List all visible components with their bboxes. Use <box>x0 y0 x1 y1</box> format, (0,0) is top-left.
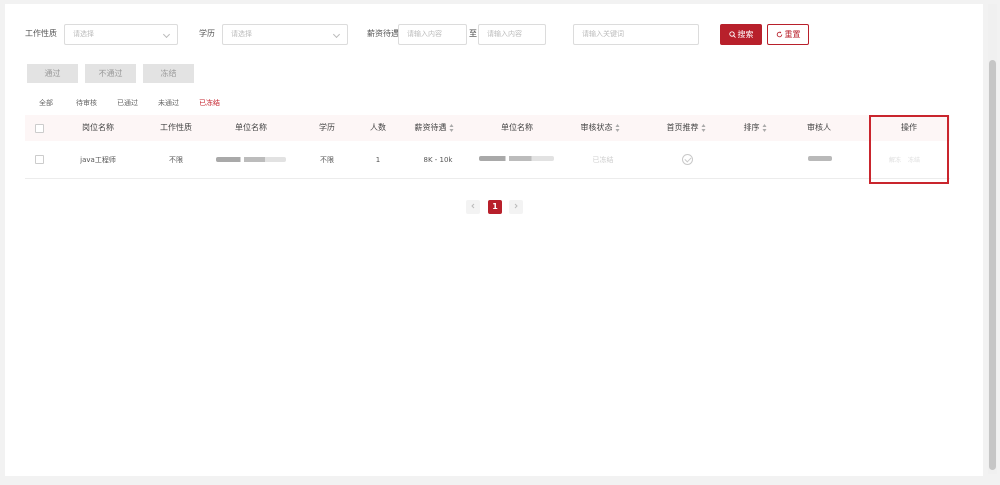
cell-reviewer-redacted <box>808 156 832 161</box>
row-checkbox[interactable] <box>35 155 44 164</box>
operations-column-highlight <box>869 115 949 184</box>
education-select[interactable]: 请选择 <box>222 24 348 45</box>
col-homepage-recommend[interactable]: 首页推荐 <box>667 115 706 141</box>
col-reviewer: 审核人 <box>807 123 831 132</box>
col-salary-label: 薪资待遇 <box>414 123 447 132</box>
salary-separator: 至 <box>469 29 477 38</box>
cell-job-name: java工程师 <box>80 156 116 164</box>
col-sort-order-label: 排序 <box>743 123 760 132</box>
keyword-placeholder: 请输入关键词 <box>582 30 624 38</box>
job-type-label: 工作性质 <box>25 29 57 38</box>
table-row: java工程师 不限 不限 1 8K - 10k 已冻结 <box>25 141 950 179</box>
prev-page-button[interactable] <box>466 200 480 214</box>
select-all-checkbox[interactable] <box>35 124 44 133</box>
sort-icon[interactable] <box>762 123 767 132</box>
cell-education: 不限 <box>320 156 334 164</box>
col-salary[interactable]: 薪资待遇 <box>415 115 454 141</box>
next-page-button[interactable] <box>509 200 523 214</box>
col-job-name: 岗位名称 <box>82 123 114 132</box>
cell-salary: 8K - 10k <box>423 156 453 164</box>
search-button-label: 搜索 <box>737 30 754 39</box>
cell-company-name-2-redacted <box>479 156 554 161</box>
freeze-button[interactable]: 冻结 <box>143 64 194 83</box>
sort-icon[interactable] <box>615 123 620 132</box>
cell-headcount: 1 <box>375 156 381 164</box>
col-company-name-2: 单位名称 <box>501 123 533 132</box>
sort-icon[interactable] <box>701 123 706 132</box>
reset-button[interactable]: 重置 <box>767 24 809 45</box>
tab-all[interactable]: 全部 <box>39 97 53 109</box>
search-button[interactable]: 搜索 <box>720 24 762 45</box>
refresh-icon <box>776 31 782 38</box>
col-headcount: 人数 <box>370 123 386 132</box>
vertical-scrollbar[interactable] <box>988 4 997 474</box>
col-education: 学历 <box>319 123 335 132</box>
col-job-type: 工作性质 <box>160 123 192 132</box>
tab-frozen[interactable]: 已冻结 <box>199 97 220 109</box>
chevron-left-icon <box>471 203 475 209</box>
check-circle-icon[interactable] <box>682 154 693 165</box>
search-icon <box>728 31 736 38</box>
col-review-status-label: 审核状态 <box>580 123 613 132</box>
reject-button[interactable]: 不通过 <box>85 64 136 83</box>
salary-max-placeholder: 请输入内容 <box>487 30 522 38</box>
job-type-select[interactable]: 请选择 <box>64 24 178 45</box>
salary-min-input[interactable]: 请输入内容 <box>398 24 467 45</box>
page-1-button[interactable]: 1 <box>488 200 502 214</box>
salary-max-input[interactable]: 请输入内容 <box>478 24 546 45</box>
col-homepage-recommend-label: 首页推荐 <box>666 123 699 132</box>
sort-icon[interactable] <box>449 123 454 132</box>
col-sort-order[interactable]: 排序 <box>744 115 767 141</box>
chevron-right-icon <box>514 203 518 209</box>
table-header: 岗位名称 工作性质 单位名称 学历 人数 薪资待遇 单位名称 审核状态 首页推荐… <box>25 115 950 141</box>
chevron-down-icon <box>332 30 341 39</box>
cell-review-status: 已冻结 <box>592 156 614 164</box>
cell-job-type: 不限 <box>169 156 183 164</box>
job-type-placeholder: 请选择 <box>73 30 94 38</box>
cell-company-name-redacted <box>216 157 286 162</box>
keyword-input[interactable]: 请输入关键词 <box>573 24 699 45</box>
education-label: 学历 <box>199 29 215 38</box>
tab-approved[interactable]: 已通过 <box>117 97 138 109</box>
col-company-name: 单位名称 <box>235 123 267 132</box>
education-placeholder: 请选择 <box>231 30 252 38</box>
salary-min-placeholder: 请输入内容 <box>407 30 442 38</box>
reset-button-label: 重置 <box>784 30 801 39</box>
tab-rejected[interactable]: 未通过 <box>158 97 179 109</box>
scrollbar-thumb[interactable] <box>989 60 996 470</box>
salary-label: 薪资待遇 <box>367 29 399 38</box>
chevron-down-icon <box>162 30 171 39</box>
tab-pending[interactable]: 待审核 <box>76 97 97 109</box>
col-review-status[interactable]: 审核状态 <box>581 115 620 141</box>
approve-button[interactable]: 通过 <box>27 64 78 83</box>
